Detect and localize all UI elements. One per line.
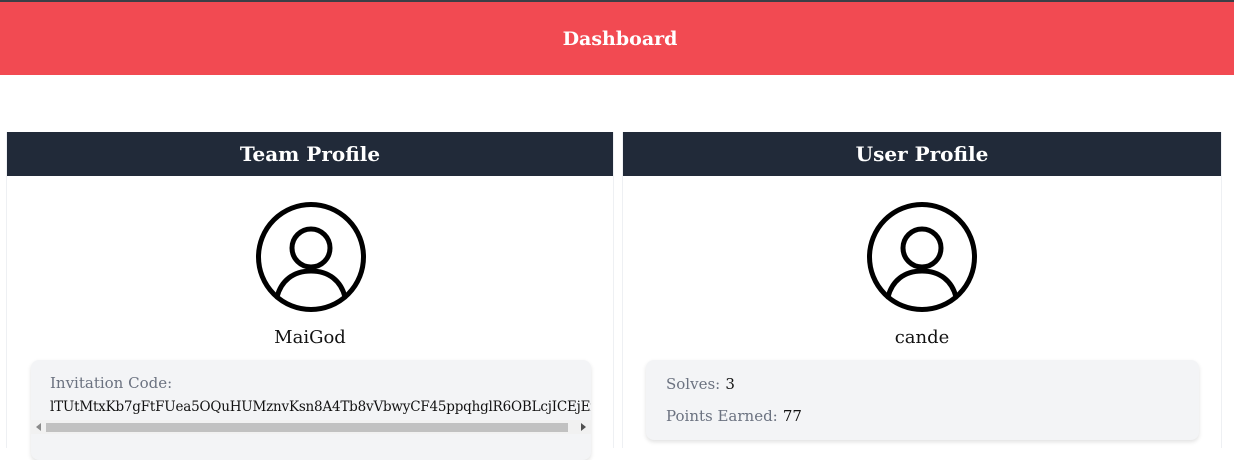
scroll-right-arrow-icon[interactable] — [581, 423, 586, 431]
user-profile-heading: User Profile — [623, 132, 1221, 176]
points-row: Points Earned: 77 — [666, 406, 1199, 425]
solves-value: 3 — [725, 375, 735, 393]
team-info-box: Invitation Code: lTUtMtxKb7gFtFUea5OQuHU… — [31, 360, 591, 460]
solves-label: Solves: — [666, 375, 721, 393]
scrollbar-thumb[interactable] — [46, 423, 568, 432]
page-title: Dashboard — [562, 27, 678, 50]
invitation-code-value[interactable]: lTUtMtxKb7gFtFUea5OQuHUMznvKsn8A4Tb8vVbw… — [50, 399, 591, 415]
user-circle-icon — [867, 202, 977, 312]
team-profile-heading: Team Profile — [7, 132, 613, 176]
user-name: cande — [894, 327, 950, 348]
user-profile-card: User Profile cande Solves: 3 Points Earn… — [622, 132, 1222, 448]
horizontal-scrollbar[interactable] — [31, 420, 591, 434]
solves-row: Solves: 3 — [666, 374, 1199, 393]
points-label: Points Earned: — [666, 407, 778, 425]
user-circle-icon — [256, 202, 366, 312]
points-value: 77 — [782, 407, 802, 425]
scroll-left-arrow-icon[interactable] — [36, 423, 41, 431]
team-profile-card: Team Profile MaiGod Invitation Code: lTU… — [6, 132, 614, 460]
invitation-code-label: Invitation Code: — [50, 374, 173, 392]
team-name: MaiGod — [274, 327, 346, 348]
dashboard-header: Dashboard — [0, 2, 1234, 75]
user-stats-box: Solves: 3 Points Earned: 77 — [646, 360, 1199, 440]
